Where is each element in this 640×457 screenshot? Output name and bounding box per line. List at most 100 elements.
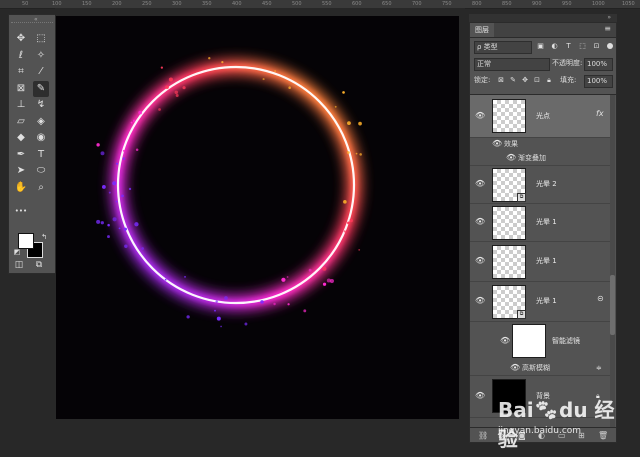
gaussian-blur-label: 高斯模糊 — [522, 364, 550, 372]
marquee-tool-icon[interactable]: ⬚ — [33, 31, 49, 47]
layer-row[interactable]: 👁︎ 光晕 1 — [470, 203, 610, 242]
visibility-eye-icon[interactable]: 👁︎ — [475, 296, 485, 306]
visibility-eye-icon[interactable]: 👁︎ — [475, 179, 485, 189]
ruler-tick: 500 — [292, 1, 302, 7]
screen-mode-icon[interactable]: ⧉ — [31, 257, 47, 273]
paint-bucket-tool-icon[interactable]: ◈ — [33, 114, 49, 130]
shape-tool-icon[interactable]: ⬭ — [33, 163, 49, 179]
panel-dock-header: » — [469, 14, 617, 22]
ruler-tick: 50 — [22, 1, 29, 7]
scrollbar-thumb[interactable] — [610, 275, 615, 335]
lock-row: 锁定: ⊠ ✎ ✥ ⊡ 🔒︎ 填充: 100% — [470, 73, 616, 89]
move-tool-icon[interactable]: ✥ — [13, 31, 29, 47]
spark-dot — [118, 227, 121, 230]
layer-row[interactable]: 👁︎ 光晕 1 — [470, 241, 610, 282]
dodge-tool-icon[interactable]: ◉ — [33, 130, 49, 146]
panel-menu-icon[interactable]: ≡ — [604, 25, 611, 33]
effects-eye-icon[interactable]: 👁︎ — [492, 139, 502, 149]
lasso-tool-icon[interactable]: ℓ — [13, 48, 29, 64]
smart-object-filter-icon[interactable]: ⊡ — [592, 42, 601, 51]
path-select-tool-icon[interactable]: ➤ — [13, 163, 29, 179]
default-colors-icon[interactable]: ◩ — [13, 248, 21, 256]
fill-label: 填充: — [560, 76, 577, 84]
spark-dot — [164, 278, 167, 281]
visibility-eye-icon[interactable]: 👁︎ — [475, 217, 485, 227]
lock-transparent-icon[interactable]: ⊠ — [497, 76, 505, 84]
lock-image-icon[interactable]: ✎ — [509, 76, 517, 84]
spark-dot — [286, 276, 289, 278]
spark-dot — [358, 248, 361, 251]
type-tool-icon[interactable]: T — [33, 147, 49, 163]
ruler-tick: 250 — [142, 1, 152, 7]
eyedropper-tool-icon[interactable]: ⁄ — [33, 64, 49, 80]
panel-grip[interactable] — [11, 22, 53, 27]
effect-item-row[interactable]: 👁︎ 渐变叠加 — [470, 151, 610, 166]
effect-item-eye-icon[interactable]: 👁︎ — [506, 153, 516, 163]
lock-position-icon[interactable]: ✥ — [521, 76, 529, 84]
visibility-eye-icon[interactable]: 👁︎ — [475, 391, 485, 401]
lock-label: 锁定: — [474, 76, 491, 84]
zoom-tool-icon[interactable]: ⌕ — [33, 180, 49, 196]
frame-tool-icon[interactable]: ⊠ — [13, 81, 29, 97]
crop-tool-icon[interactable]: ⌗ — [13, 64, 29, 80]
fx-icon[interactable]: fx — [596, 109, 604, 118]
stamp-tool-icon[interactable]: ⊥ — [13, 97, 29, 113]
lock-all-icon[interactable]: 🔒︎ — [545, 76, 553, 84]
spark-dot — [175, 94, 179, 98]
spark-dot — [308, 268, 312, 272]
blend-mode-select[interactable]: 正常 — [474, 58, 550, 71]
filter-kind-select[interactable]: ρ 类型 — [474, 41, 532, 54]
spark-dot — [274, 70, 277, 72]
pen-tool-icon[interactable]: ✒ — [13, 147, 29, 163]
opacity-field[interactable]: 100% — [584, 58, 613, 71]
layers-scrollbar[interactable] — [610, 95, 615, 428]
tab-layers[interactable]: 图层 — [470, 23, 494, 37]
effects-row[interactable]: 👁︎ 效果 — [470, 137, 610, 151]
ruler-tick: 400 — [232, 1, 242, 7]
ruler-tick: 750 — [442, 1, 452, 7]
shape-filter-icon[interactable]: ⬚ — [578, 42, 587, 51]
blend-row: 正常 不透明度: 100% — [470, 56, 616, 72]
eraser-tool-icon[interactable]: ▱ — [13, 114, 29, 130]
ruler-tick: 1050 — [622, 1, 635, 7]
spark-dot — [347, 221, 350, 225]
layer-row[interactable]: 👁︎ ⧉ 光晕 2 — [470, 165, 610, 204]
smart-filter-badge-icon[interactable]: ⊝ — [597, 294, 604, 303]
spark-dot — [262, 78, 265, 81]
filter-toggle[interactable] — [607, 43, 613, 49]
lock-artboard-icon[interactable]: ⊡ — [533, 76, 541, 84]
layer-row[interactable]: 👁︎ 光点 fx — [470, 95, 610, 138]
visibility-eye-icon[interactable]: 👁︎ — [475, 256, 485, 266]
more-tools-icon[interactable]: ••• — [13, 203, 29, 219]
pixel-filter-icon[interactable]: ▣ — [536, 42, 545, 51]
fill-field[interactable]: 100% — [584, 75, 613, 88]
spark-dot — [273, 302, 276, 306]
history-brush-tool-icon[interactable]: ↯ — [33, 97, 49, 113]
layer-thumbnail — [492, 245, 526, 279]
quick-select-tool-icon[interactable]: ✧ — [33, 48, 49, 64]
quick-mask-icon[interactable]: ◫ — [11, 257, 27, 273]
spark-dot — [100, 221, 104, 225]
brush-tool-icon[interactable]: ✎ — [33, 80, 49, 97]
smart-filter-item-eye-icon[interactable]: 👁︎ — [510, 363, 520, 373]
smart-object-icon: ⧉ — [517, 193, 526, 202]
adjustment-filter-icon[interactable]: ◐ — [550, 42, 559, 51]
type-filter-icon[interactable]: T — [564, 42, 573, 51]
smart-filter-item-row[interactable]: 👁︎ 高斯模糊 ≑ — [470, 361, 610, 376]
link-layers-icon[interactable]: ⛓ — [478, 431, 488, 440]
visibility-eye-icon[interactable]: 👁︎ — [475, 111, 485, 121]
swap-colors-icon[interactable]: ↰ — [36, 229, 52, 245]
filter-options-icon[interactable]: ≑ — [596, 363, 602, 373]
blur-tool-icon[interactable]: ◆ — [13, 130, 29, 146]
smart-filters-row[interactable]: 👁︎ 智能滤镜 — [470, 321, 610, 361]
layer-row[interactable]: 👁︎ ⧉ 光晕 1 ⊝ — [470, 281, 610, 322]
document-canvas[interactable] — [56, 16, 459, 419]
spark-dot — [132, 119, 136, 123]
smart-filters-eye-icon[interactable]: 👁︎ — [500, 336, 510, 346]
foreground-color-swatch[interactable] — [18, 233, 34, 249]
hand-tool-icon[interactable]: ✋ — [13, 180, 29, 196]
filter-mask-thumbnail — [512, 324, 546, 358]
ruler-tick: 600 — [352, 1, 362, 7]
tools-panel: « ↰ ◩ ◫ ⧉ ✥ ⬚ ℓ ✧ ⌗ ⁄ ⊠ ✎ ⊥ ↯ ▱ ◈ ◆ ◉ ✒ T ➤ ⬭ ✋ ⌕ ••• — [8, 14, 56, 274]
collapse-panels-icon[interactable]: » — [607, 14, 611, 21]
